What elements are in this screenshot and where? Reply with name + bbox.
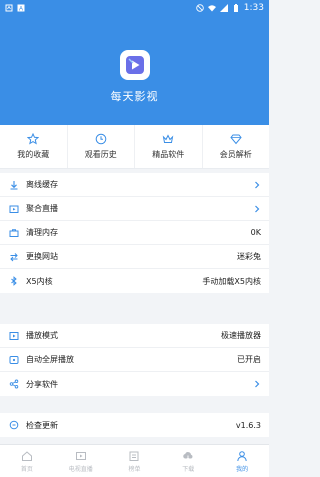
row-label: 播放模式 — [26, 331, 58, 340]
play-logo-icon — [125, 56, 144, 74]
row-label: 分享软件 — [26, 379, 58, 389]
tab-download[interactable]: 下载 — [161, 445, 215, 477]
row-check-update[interactable]: 检查更新 v1.6.3 — [0, 413, 269, 437]
memory-size-value: 0K — [250, 228, 261, 237]
tab-home[interactable]: 首页 — [0, 445, 54, 477]
settings-group-1: 离线缓存 聚合直播 清理内存 0K 更换网站 迷彩兔 X5内核 手动加载X5内核 — [0, 173, 269, 293]
tv-icon — [9, 205, 19, 213]
wifi-icon — [207, 5, 216, 12]
bottom-tab-bar: 首页 电视直播 榜单 下载 我的 — [0, 444, 269, 477]
chevron-right-icon — [255, 380, 260, 388]
fullscreen-icon — [9, 355, 19, 364]
row-aggregate-live[interactable]: 聚合直播 — [0, 197, 269, 221]
tab-label: 电视直播 — [68, 465, 93, 473]
row-label: 自动全屏播放 — [26, 355, 74, 364]
user-icon — [237, 450, 247, 461]
status-bar: A 1:33 — [0, 0, 269, 16]
clock-icon — [95, 133, 107, 145]
live-tv-icon — [75, 451, 86, 460]
version-value: v1.6.3 — [235, 420, 261, 430]
play-mode-value: 极速播放器 — [221, 331, 261, 340]
notification-icon — [5, 4, 13, 12]
play-mode-icon — [9, 331, 19, 340]
quick-action-label: 观看历史 — [84, 150, 117, 159]
profile-header: 每天影视 — [0, 16, 269, 125]
app-logo — [119, 50, 150, 80]
briefcase-icon — [9, 228, 19, 237]
quick-action-favorites[interactable]: 我的收藏 — [0, 125, 68, 168]
row-share-app[interactable]: 分享软件 — [0, 372, 269, 396]
row-x5-kernel[interactable]: X5内核 手动加载X5内核 — [0, 269, 269, 293]
row-label: 清理内存 — [26, 228, 58, 237]
auto-fullscreen-value: 已开启 — [237, 355, 261, 364]
row-label: 聚合直播 — [26, 204, 58, 213]
quick-action-label: 精品软件 — [152, 150, 185, 159]
swap-icon — [10, 252, 18, 261]
quick-action-vip-parse[interactable]: 会员解析 — [203, 125, 270, 168]
cloud-download-icon — [183, 451, 193, 460]
row-offline-cache[interactable]: 离线缓存 — [0, 173, 269, 197]
chevron-right-icon — [255, 205, 260, 212]
crown-icon — [162, 134, 174, 143]
download-icon — [10, 180, 18, 189]
quick-action-label: 我的收藏 — [17, 150, 50, 159]
quick-action-history[interactable]: 观看历史 — [68, 125, 135, 168]
tab-mine[interactable]: 我的 — [215, 445, 269, 477]
row-auto-fullscreen[interactable]: 自动全屏播放 已开启 — [0, 348, 269, 372]
row-label: 离线缓存 — [26, 180, 58, 189]
home-icon — [21, 450, 32, 461]
update-icon — [9, 420, 19, 430]
quick-action-software[interactable]: 精品软件 — [135, 125, 203, 168]
tab-label: 下载 — [182, 465, 195, 473]
status-time: 1:33 — [243, 3, 264, 13]
x5-kernel-value: 手动加载X5内核 — [202, 276, 261, 286]
svg-text:A: A — [19, 7, 23, 13]
chevron-right-icon — [255, 181, 260, 188]
settings-group-3: 检查更新 v1.6.3 — [0, 413, 269, 437]
share-icon — [9, 379, 19, 389]
current-site-value: 迷彩兔 — [237, 252, 261, 261]
no-sim-icon — [196, 4, 204, 12]
app-name: 每天影视 — [110, 90, 159, 103]
row-play-mode[interactable]: 播放模式 极速播放器 — [0, 324, 269, 348]
tab-ranking[interactable]: 榜单 — [108, 445, 162, 477]
row-change-site[interactable]: 更换网站 迷彩兔 — [0, 245, 269, 269]
signal-icon — [219, 4, 228, 12]
row-label: X5内核 — [26, 276, 53, 286]
ranking-icon — [129, 451, 139, 461]
quick-actions: 我的收藏 观看历史 精品软件 会员解析 — [0, 125, 269, 169]
row-label: 更换网站 — [26, 252, 58, 261]
star-icon — [27, 133, 40, 145]
diamond-icon — [230, 134, 242, 145]
bluetooth-icon — [11, 276, 17, 286]
settings-group-2: 播放模式 极速播放器 自动全屏播放 已开启 分享软件 — [0, 324, 269, 396]
tab-label: 榜单 — [128, 465, 141, 473]
app-notification-icon: A — [17, 4, 25, 12]
tab-label: 我的 — [236, 465, 249, 473]
battery-icon — [233, 4, 238, 12]
row-clear-memory[interactable]: 清理内存 0K — [0, 221, 269, 245]
quick-action-label: 会员解析 — [219, 150, 252, 159]
tab-live-tv[interactable]: 电视直播 — [54, 445, 108, 477]
row-label: 检查更新 — [26, 420, 58, 430]
tab-label: 首页 — [20, 465, 33, 473]
